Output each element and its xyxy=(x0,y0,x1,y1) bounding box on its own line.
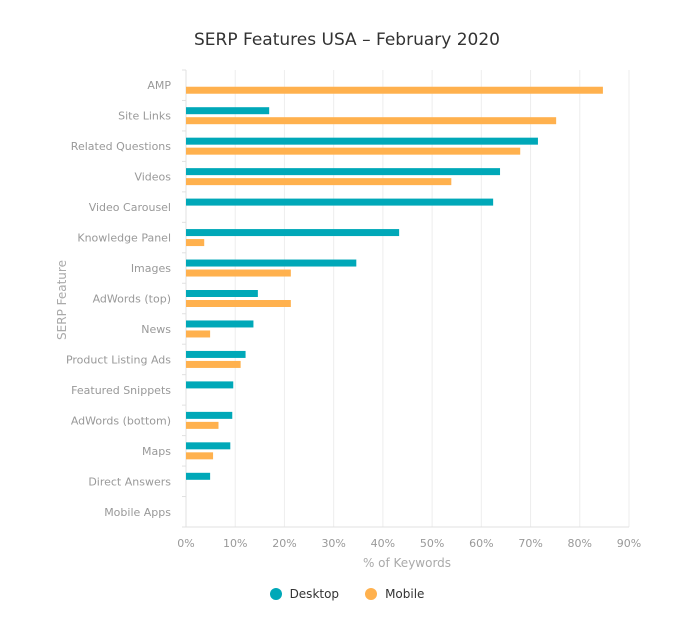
bar-mobile[interactable] xyxy=(186,239,205,247)
legend-label-desktop: Desktop xyxy=(289,587,340,601)
legend: Desktop Mobile xyxy=(0,587,694,601)
category-labels: AMP Site Links Related Questions Videos Vide… xyxy=(66,79,171,519)
legend-item-desktop[interactable]: Desktop xyxy=(269,587,340,601)
legend-marker-desktop xyxy=(269,588,282,600)
category-label: Images xyxy=(131,262,171,275)
category-label: Product Listing Ads xyxy=(66,353,171,366)
legend-label-mobile: Mobile xyxy=(385,587,425,601)
bar-chart: AMP Site Links Related Questions Videos Vide… xyxy=(55,69,641,570)
x-tick-label: 10% xyxy=(223,537,247,550)
bar-desktop[interactable] xyxy=(186,442,231,450)
bar-desktop[interactable] xyxy=(186,472,211,480)
x-tick-label: 40% xyxy=(371,537,395,550)
bar-mobile[interactable] xyxy=(186,360,241,368)
x-tick-label: 90% xyxy=(617,537,641,550)
bar-desktop[interactable] xyxy=(186,320,254,328)
category-label: Knowledge Panel xyxy=(77,232,171,245)
category-label: Featured Snippets xyxy=(71,384,171,397)
bar-mobile[interactable] xyxy=(186,147,521,155)
category-label: Site Links xyxy=(118,110,171,123)
bar-mobile[interactable] xyxy=(186,117,557,125)
category-label: Maps xyxy=(142,445,171,458)
bar-desktop[interactable] xyxy=(186,107,270,115)
bar-desktop[interactable] xyxy=(186,137,538,145)
x-tick-label: 60% xyxy=(469,537,493,550)
category-label: AMP xyxy=(147,79,171,92)
category-label: Mobile Apps xyxy=(104,506,171,519)
bar-desktop[interactable] xyxy=(186,290,258,297)
bar-desktop[interactable] xyxy=(186,411,233,419)
x-tick-label: 20% xyxy=(272,537,296,550)
x-tick-label: 0% xyxy=(177,537,194,550)
bar-desktop[interactable] xyxy=(186,350,246,358)
bar-mobile[interactable] xyxy=(186,86,603,94)
category-label: Video Carousel xyxy=(89,201,171,214)
bar-desktop[interactable] xyxy=(186,168,501,176)
bar-desktop[interactable] xyxy=(186,381,234,389)
category-label: AdWords (bottom) xyxy=(71,414,171,427)
y-axis-title: SERP Feature xyxy=(55,260,69,340)
category-label: Direct Answers xyxy=(88,475,171,488)
category-label: Videos xyxy=(134,171,171,184)
legend-marker-mobile xyxy=(365,588,378,600)
category-label: AdWords (top) xyxy=(93,293,171,306)
bar-desktop[interactable] xyxy=(186,198,494,206)
bar-mobile[interactable] xyxy=(186,421,219,429)
category-label: News xyxy=(141,323,171,336)
x-tick-label: 50% xyxy=(420,537,444,550)
x-tick-label: 70% xyxy=(518,537,542,550)
legend-item-mobile[interactable]: Mobile xyxy=(365,587,424,601)
bar-desktop[interactable] xyxy=(186,229,400,237)
bar-mobile[interactable] xyxy=(186,178,452,186)
x-axis-title: % of Keywords xyxy=(363,556,451,570)
bar-mobile[interactable] xyxy=(186,452,214,460)
category-label: Related Questions xyxy=(71,140,171,153)
bars xyxy=(186,86,603,480)
bar-desktop[interactable] xyxy=(186,259,357,267)
x-tick-label: 80% xyxy=(568,537,592,550)
bar-mobile[interactable] xyxy=(186,330,211,338)
x-tick-label: 30% xyxy=(321,537,345,550)
x-tick-labels: 0% 10% 20% 30% 40% 50% 60% 70% 80% 90% xyxy=(177,537,641,550)
bar-mobile[interactable] xyxy=(186,269,291,277)
bar-mobile[interactable] xyxy=(186,300,291,307)
